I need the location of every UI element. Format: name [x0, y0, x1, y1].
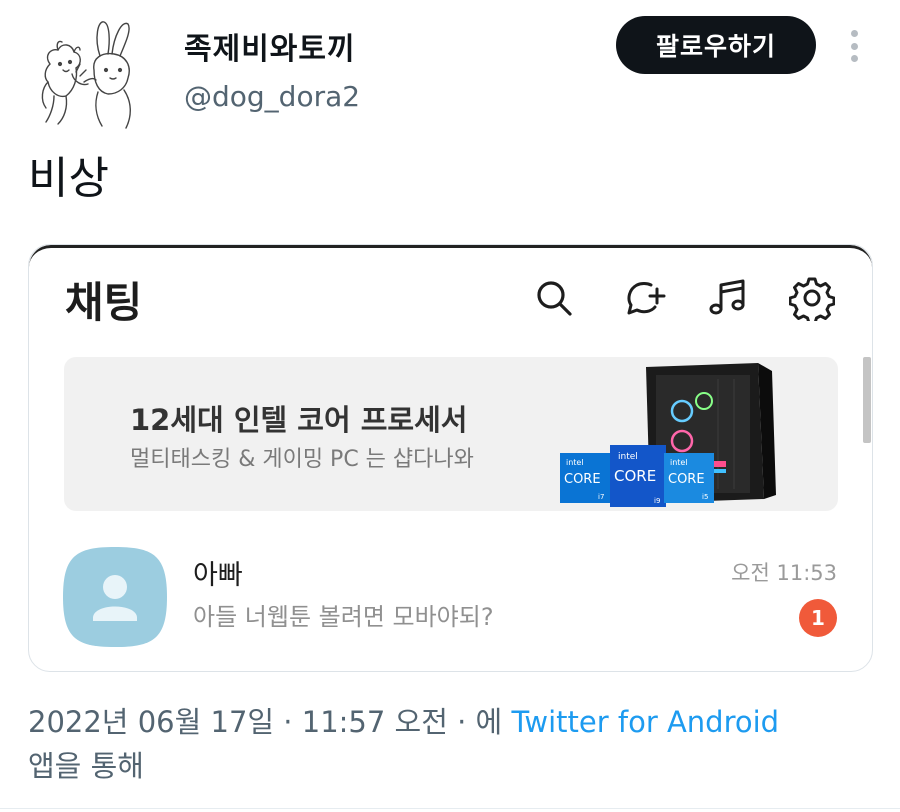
user-handle[interactable]: @dog_dora2: [184, 80, 360, 113]
svg-text:CORE: CORE: [614, 467, 656, 485]
avatar-drawing: [41, 21, 131, 129]
more-dot: [850, 55, 858, 62]
music-icon: [705, 275, 751, 321]
svg-text:CORE: CORE: [564, 472, 601, 487]
ad-banner[interactable]: 12세대 인텔 코어 프로세서 멀티태스킹 & 게이밍 PC 는 샵다나와 in…: [64, 357, 838, 511]
tweet-timestamp[interactable]: 2022년 06월 17일 · 11:57 오전 · 에: [28, 705, 511, 739]
follow-button[interactable]: 팔로우하기: [616, 16, 816, 74]
svg-text:intel: intel: [566, 458, 584, 467]
svg-text:i5: i5: [702, 493, 708, 501]
ad-subtitle: 멀티태스킹 & 게이밍 PC 는 샵다나와: [130, 447, 474, 472]
search-icon: [531, 275, 577, 321]
display-name[interactable]: 족제비와토끼: [184, 24, 356, 68]
via-text: 앱을 통해: [28, 749, 144, 783]
default-profile-icon: [63, 547, 167, 647]
svg-text:CORE: CORE: [668, 472, 705, 487]
intel-chip-boxes: intel intel intel CORE CORE CORE i7 i9 i…: [560, 445, 714, 507]
new-chat-icon: [621, 275, 667, 321]
source-app-link[interactable]: Twitter for Android: [511, 705, 779, 739]
tweet-media-image[interactable]: 채팅 12세대 인텔 코어 프로세서 멀티태스킹 & 게이밍 PC 는 샵다나와: [28, 244, 873, 672]
unread-count-badge: 1: [799, 599, 837, 637]
tweet-meta: 2022년 06월 17일 · 11:57 오전 · 에 Twitter for…: [28, 700, 868, 788]
svg-text:intel: intel: [670, 458, 688, 467]
settings-icon: [788, 275, 836, 325]
svg-text:intel: intel: [618, 452, 638, 462]
tweet-text: 비상: [28, 153, 109, 204]
user-avatar[interactable]: [28, 12, 150, 134]
divider: [0, 808, 900, 809]
scrollbar[interactable]: [863, 357, 871, 443]
more-dot: [850, 30, 858, 37]
chat-message-preview: 아들 너웹툰 볼려면 모바야되?: [193, 603, 494, 631]
chat-timestamp: 오전 11:53: [731, 561, 837, 585]
ad-title: 12세대 인텔 코어 프로세서: [130, 403, 468, 437]
more-dot: [850, 42, 858, 50]
chat-list-item[interactable]: 아빠 아들 너웹툰 볼려면 모바야되? 오전 11:53 1: [29, 535, 871, 655]
more-options-icon[interactable]: [836, 26, 872, 66]
chat-screen-title: 채팅: [65, 278, 143, 327]
svg-text:i9: i9: [654, 497, 660, 505]
svg-text:i7: i7: [598, 493, 604, 501]
chat-contact-name: 아빠: [193, 560, 243, 591]
pc-case-image: intel intel intel CORE CORE CORE i7 i9 i…: [560, 363, 776, 507]
